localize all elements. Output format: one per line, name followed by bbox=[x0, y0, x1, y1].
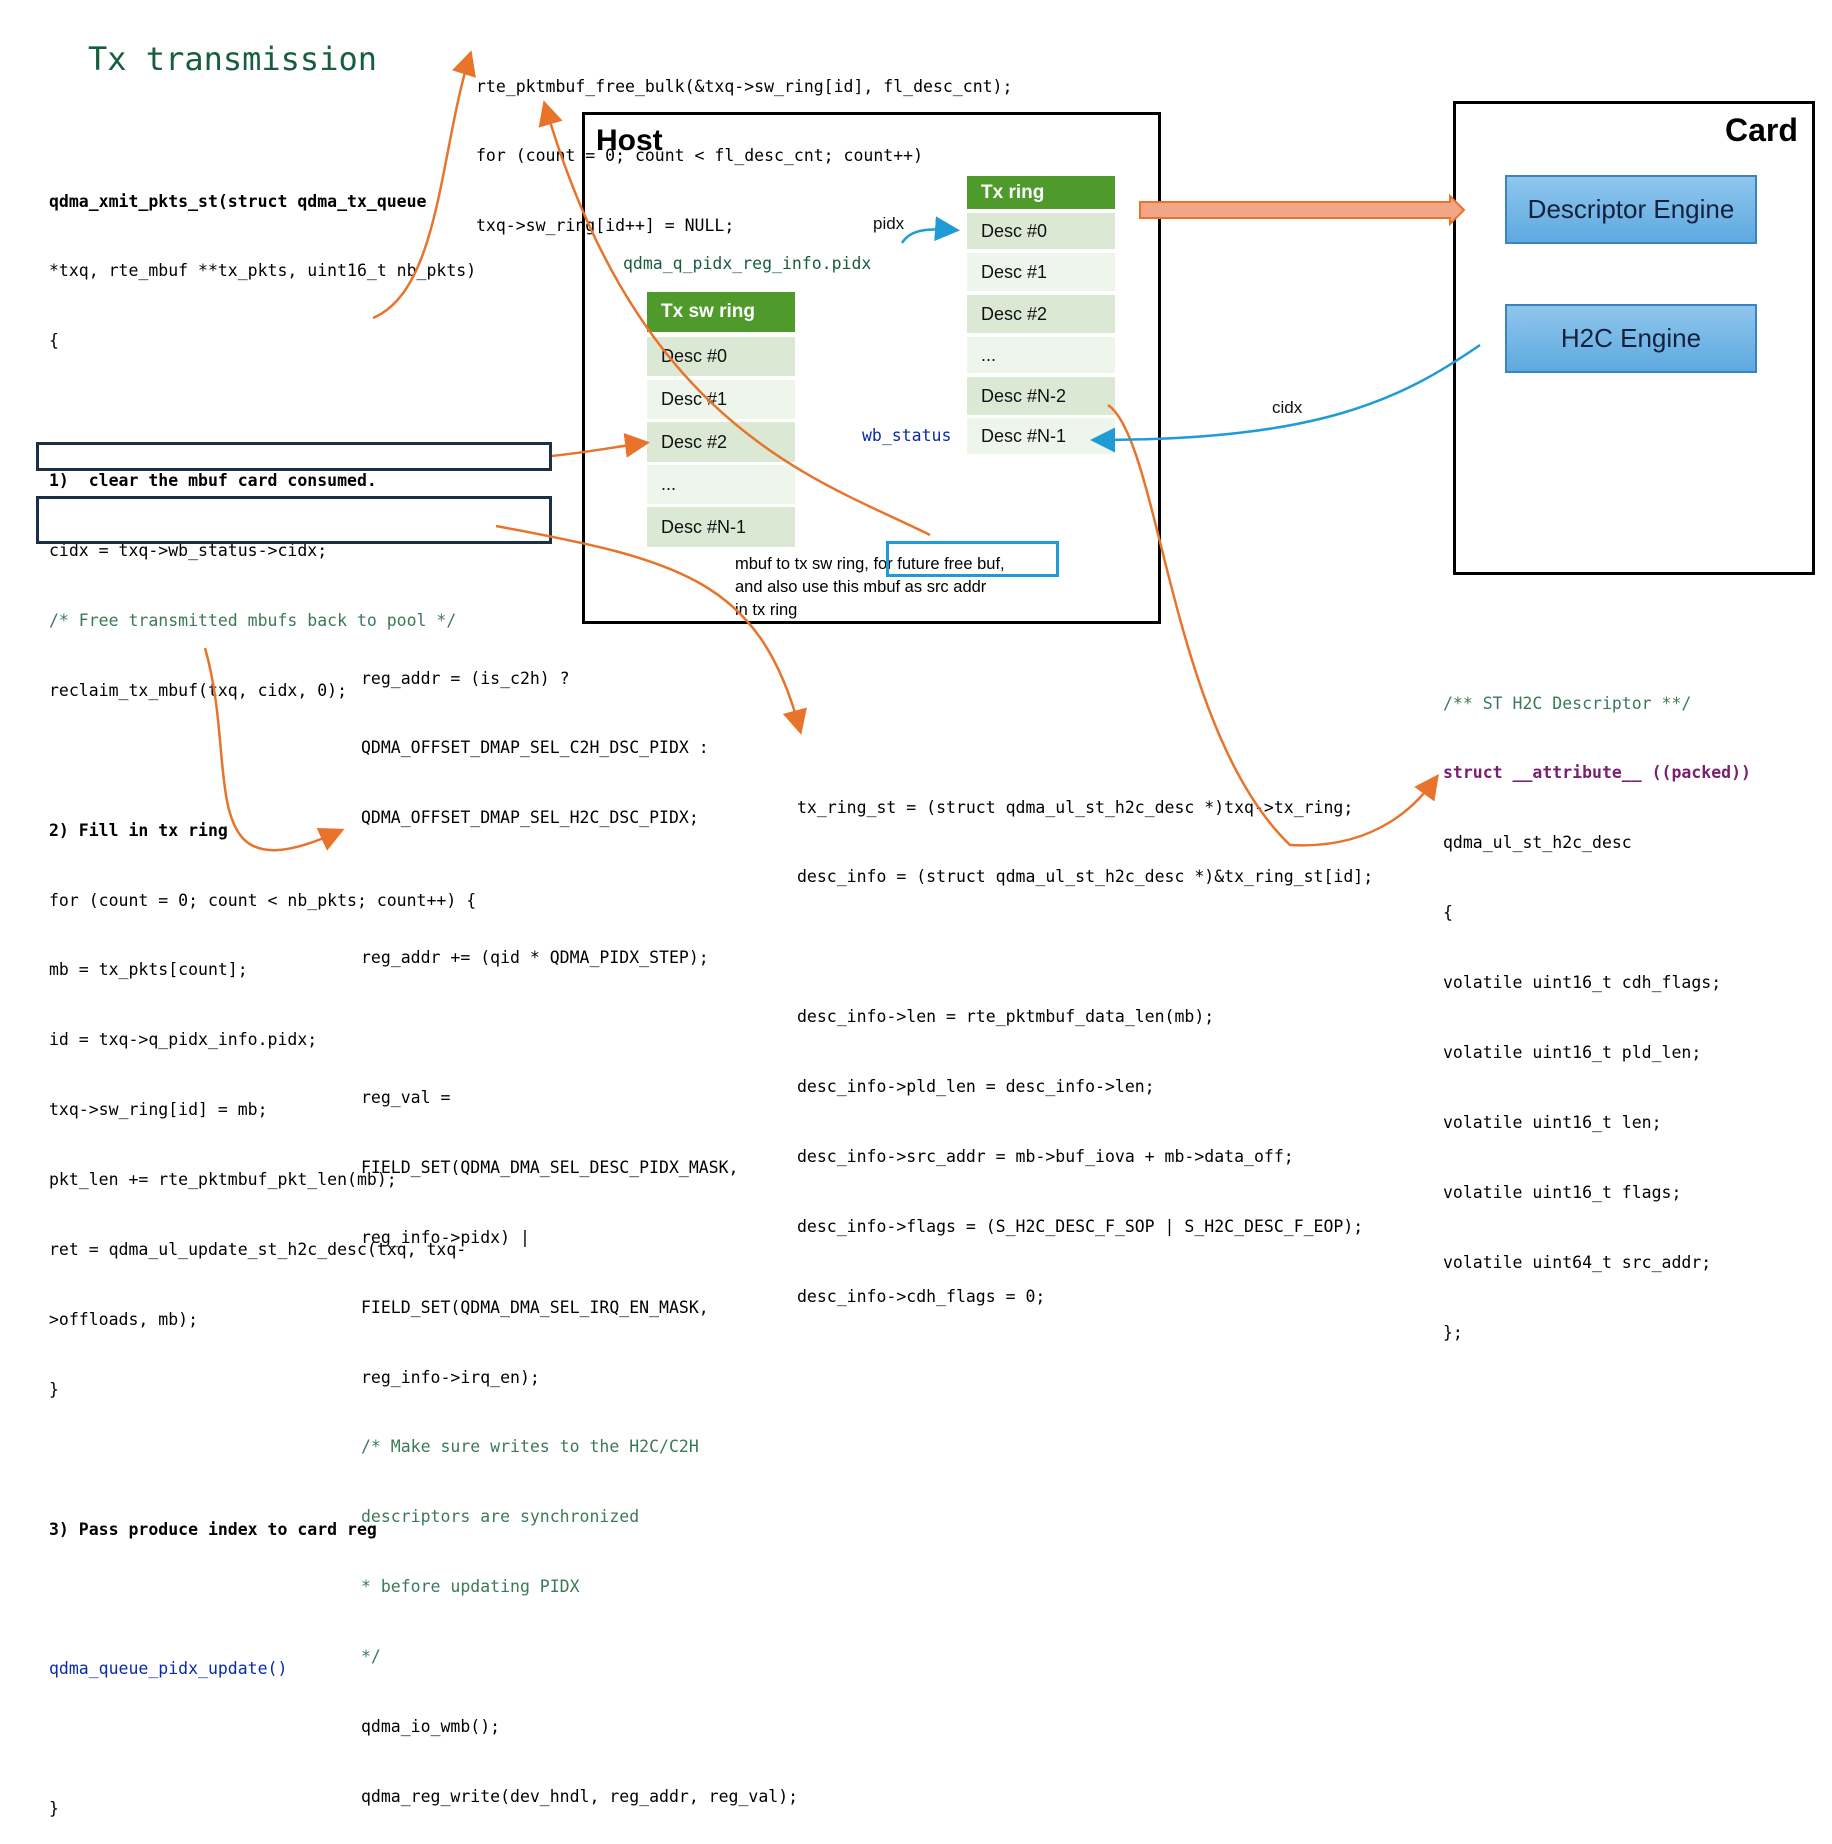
code-line: reg_info->pidx) | bbox=[361, 1227, 530, 1247]
code-line: }; bbox=[1443, 1322, 1463, 1342]
update-desc-arrow bbox=[495, 524, 807, 735]
code-line: desc_info->cdh_flags = 0; bbox=[797, 1286, 1046, 1306]
code-line: qdma_reg_write(dev_hndl, reg_addr, reg_v… bbox=[361, 1786, 799, 1806]
code-line: reg_info->irq_en); bbox=[361, 1367, 540, 1387]
pidx-arrow bbox=[900, 216, 960, 244]
code-comment: descriptors are synchronized bbox=[361, 1507, 640, 1527]
desc-struct-arrow bbox=[1107, 403, 1439, 847]
code-line: FIELD_SET(QDMA_DMA_SEL_DESC_PIDX_MASK, bbox=[361, 1157, 739, 1177]
code-line: reg_val = bbox=[361, 1087, 451, 1107]
code-line: qdma_io_wmb(); bbox=[361, 1716, 501, 1736]
code-line: volatile uint16_t len; bbox=[1443, 1112, 1662, 1132]
reclaim-arrow bbox=[372, 50, 476, 320]
code-line: FIELD_SET(QDMA_DMA_SEL_IRQ_EN_MASK, bbox=[361, 1297, 709, 1317]
pidx-update-arrow bbox=[203, 647, 345, 852]
code-comment: * before updating PIDX bbox=[361, 1577, 580, 1597]
code-comment: /* Make sure writes to the H2C/C2H bbox=[361, 1437, 699, 1457]
cidx-arrow bbox=[1090, 343, 1481, 453]
arrows-layer bbox=[203, 50, 1481, 852]
code-comment: */ bbox=[361, 1647, 381, 1667]
sw-ring-assign-arrow bbox=[551, 432, 650, 458]
code-line: volatile uint16_t pld_len; bbox=[1443, 1043, 1702, 1063]
code-line: desc_info->flags = (S_H2C_DESC_F_SOP | S… bbox=[797, 1216, 1364, 1236]
code-line: volatile uint64_t src_addr; bbox=[1443, 1252, 1712, 1272]
code-line: volatile uint16_t flags; bbox=[1443, 1182, 1682, 1202]
future-free-arrow bbox=[538, 100, 931, 537]
code-line: desc_info->src_addr = mb->buf_iova + mb-… bbox=[797, 1147, 1294, 1167]
descriptor-engine-arrow bbox=[1139, 193, 1466, 227]
code-line: desc_info->pld_len = desc_info->len; bbox=[797, 1077, 1155, 1097]
